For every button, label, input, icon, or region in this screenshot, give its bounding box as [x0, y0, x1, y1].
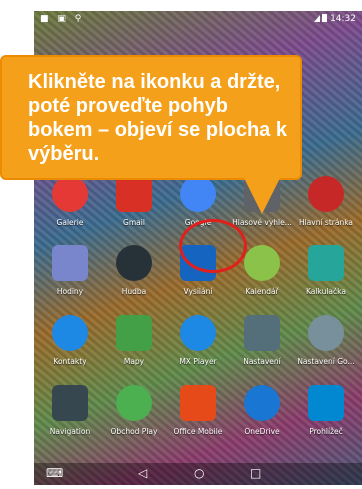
home-icon[interactable]: ○ — [194, 466, 204, 480]
app-label: Gmail — [123, 218, 145, 227]
notification-icons: ■ ▣ ⚲ — [40, 14, 85, 24]
app-onedrive[interactable]: OneDrive — [230, 377, 294, 447]
play-store-icon — [116, 385, 152, 421]
navigation-bar: ⌨ ◁ ○ □ — [34, 463, 362, 485]
calendar-icon — [244, 245, 280, 281]
app-clock[interactable]: Hodiny — [38, 237, 102, 307]
callout-text: Klikněte na ikonku a držte, poté proveďt… — [28, 71, 287, 165]
status-right: 14:32 — [314, 14, 356, 24]
navigation-icon — [52, 385, 88, 421]
app-label: Mapy — [123, 357, 145, 366]
app-play-store[interactable]: Obchod Play — [102, 377, 166, 447]
app-homepage[interactable]: Hlavní stránka — [294, 168, 358, 238]
settings-icon — [244, 315, 280, 351]
battery-icon — [322, 14, 328, 22]
app-navigation[interactable]: Navigation — [38, 377, 102, 447]
app-maps[interactable]: Mapy — [102, 307, 166, 377]
back-icon[interactable]: ◁ — [138, 466, 147, 480]
app-label: Hodiny — [56, 287, 84, 296]
app-office[interactable]: Office Mobile — [166, 377, 230, 447]
app-row-3: Kontakty Mapy MX Player Nastavení Nastavení … — [34, 307, 362, 377]
app-label: Prohlížeč — [309, 427, 343, 436]
app-label: Office Mobile — [173, 427, 223, 436]
app-label: Galerie — [56, 218, 84, 227]
google-icon — [180, 176, 216, 212]
contacts-icon — [52, 315, 88, 351]
gmail-icon — [116, 176, 152, 212]
app-label: MX Player — [179, 357, 217, 366]
callout-pointer — [244, 178, 280, 214]
app-mx-player[interactable]: MX Player — [166, 307, 230, 377]
browser-icon — [308, 385, 344, 421]
recents-icon[interactable]: □ — [250, 466, 261, 480]
highlight-circle — [179, 219, 247, 273]
app-label: Navigation — [49, 427, 91, 436]
app-music[interactable]: Hudba — [102, 237, 166, 307]
app-label: Vysílání — [183, 287, 213, 296]
wifi-icon — [314, 15, 321, 22]
mx-player-icon — [180, 315, 216, 351]
keyboard-icon[interactable]: ⌨ — [46, 466, 63, 480]
app-label: Kalendář — [245, 287, 279, 296]
app-label: Hudba — [121, 287, 147, 296]
maps-icon — [116, 315, 152, 351]
status-bar: ■ ▣ ⚲ 14:32 — [34, 11, 362, 29]
app-calculator[interactable]: Kalkulačka — [294, 237, 358, 307]
app-settings[interactable]: Nastavení — [230, 307, 294, 377]
app-row-4: Navigation Obchod Play Office Mobile OneDri… — [34, 377, 362, 447]
google-settings-icon — [308, 315, 344, 351]
app-label: Obchod Play — [110, 427, 158, 436]
app-google-settings[interactable]: Nastavení Go... — [294, 307, 358, 377]
app-label: Nastavení Go... — [297, 357, 355, 366]
app-label: Kontakty — [53, 357, 87, 366]
app-label: OneDrive — [244, 427, 280, 436]
app-label: Hlavní stránka — [298, 218, 354, 227]
app-label: Kalkulačka — [306, 287, 346, 296]
homepage-icon — [308, 176, 344, 212]
onedrive-icon — [244, 385, 280, 421]
gallery-icon — [52, 176, 88, 212]
app-label: Nastavení — [243, 357, 281, 366]
app-browser[interactable]: Prohlížeč — [294, 377, 358, 447]
clock-time: 14:32 — [330, 14, 356, 24]
music-icon — [116, 245, 152, 281]
app-label: Hlasové vyhle... — [232, 218, 292, 227]
app-contacts[interactable]: Kontakty — [38, 307, 102, 377]
clock-icon — [52, 245, 88, 281]
calculator-icon — [308, 245, 344, 281]
office-icon — [180, 385, 216, 421]
